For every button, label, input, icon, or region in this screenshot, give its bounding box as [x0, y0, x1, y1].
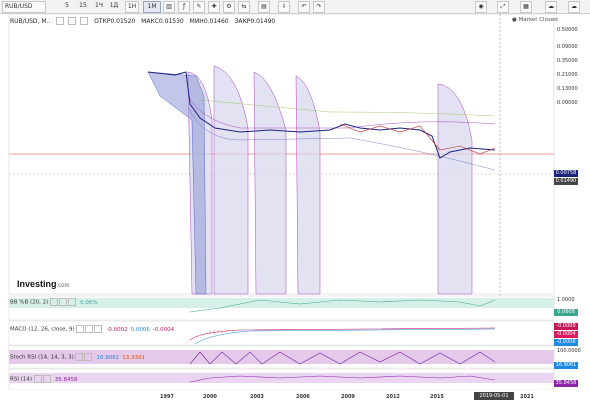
- last-price-tag: 0.00758: [554, 170, 578, 177]
- macd-signal-tag: -0.0004: [554, 331, 578, 338]
- x-axis-label: 1997: [160, 394, 174, 400]
- price-axis-label: 0.35000: [557, 58, 578, 64]
- legend-low: МИН0.01460: [189, 17, 229, 25]
- x-axis-label: 2012: [386, 394, 400, 400]
- cloud-spike-4: [295, 75, 321, 295]
- indicator-bb-title[interactable]: BB %B (20, 2) 0.06%: [10, 298, 98, 306]
- cloud-dark: [147, 71, 207, 295]
- price-axis-label: 0.09000: [557, 44, 578, 50]
- price-axis-label: 0.50000: [557, 27, 578, 33]
- price-axis-label: 0.13000: [557, 86, 578, 92]
- x-axis-label: 2000: [203, 394, 217, 400]
- investing-logo: Investing.com: [17, 279, 70, 289]
- x-axis-label: 2009: [341, 394, 355, 400]
- indicator-macd-title[interactable]: MACD (12, 26, close, 9) -0.0002 0.0006 -0.…: [10, 325, 174, 333]
- legend-hide-icon[interactable]: [56, 17, 65, 25]
- cloud-spike-2: [213, 65, 249, 295]
- market-status: ● Market Closed: [512, 17, 558, 23]
- x-axis-label: 2021: [520, 394, 534, 400]
- legend-high: МАКС0.01530: [141, 17, 184, 25]
- legend-open: ОТКР0.01520: [94, 17, 136, 25]
- price-axis-label: 0.21000: [557, 72, 578, 78]
- x-axis-label: 2015: [430, 394, 444, 400]
- price-axis-label: 0.00000: [557, 100, 578, 106]
- x-axis-label: 2006: [296, 394, 310, 400]
- alt-price-tag: 0.01490: [554, 178, 578, 185]
- x-axis-label: 2003: [250, 394, 264, 400]
- stoch-value-tag: 16.9061: [554, 362, 578, 369]
- macd-hist-tag: -0.0006: [554, 339, 578, 346]
- stoch-axis-label: 100.0000: [557, 348, 581, 354]
- legend-close: ЗАКР0.01490: [234, 17, 276, 25]
- cloud-spike-5: [437, 83, 473, 295]
- legend-close-icon[interactable]: [80, 17, 89, 25]
- bb-axis-label: 1.0000: [557, 297, 575, 303]
- legend-settings-icon[interactable]: [68, 17, 77, 25]
- x-cursor-label: 2019-05-01: [474, 392, 514, 400]
- bb-value-tag: 0.0608: [554, 309, 578, 316]
- macd-tag: -0.0000: [554, 323, 578, 330]
- indicator-rsi-title[interactable]: RSI (14) 35.8458: [10, 375, 77, 383]
- indicator-stoch-title[interactable]: Stoch RSI (14, 14, 3, 3) 16.9061 13.3301: [10, 353, 145, 361]
- chart-legend: RUB/USD, M.. ОТКР0.01520 МАКС0.01530 МИН…: [10, 17, 279, 25]
- rsi-value-tag: 35.8458: [554, 380, 578, 387]
- legend-title[interactable]: RUB/USD, M..: [10, 18, 50, 25]
